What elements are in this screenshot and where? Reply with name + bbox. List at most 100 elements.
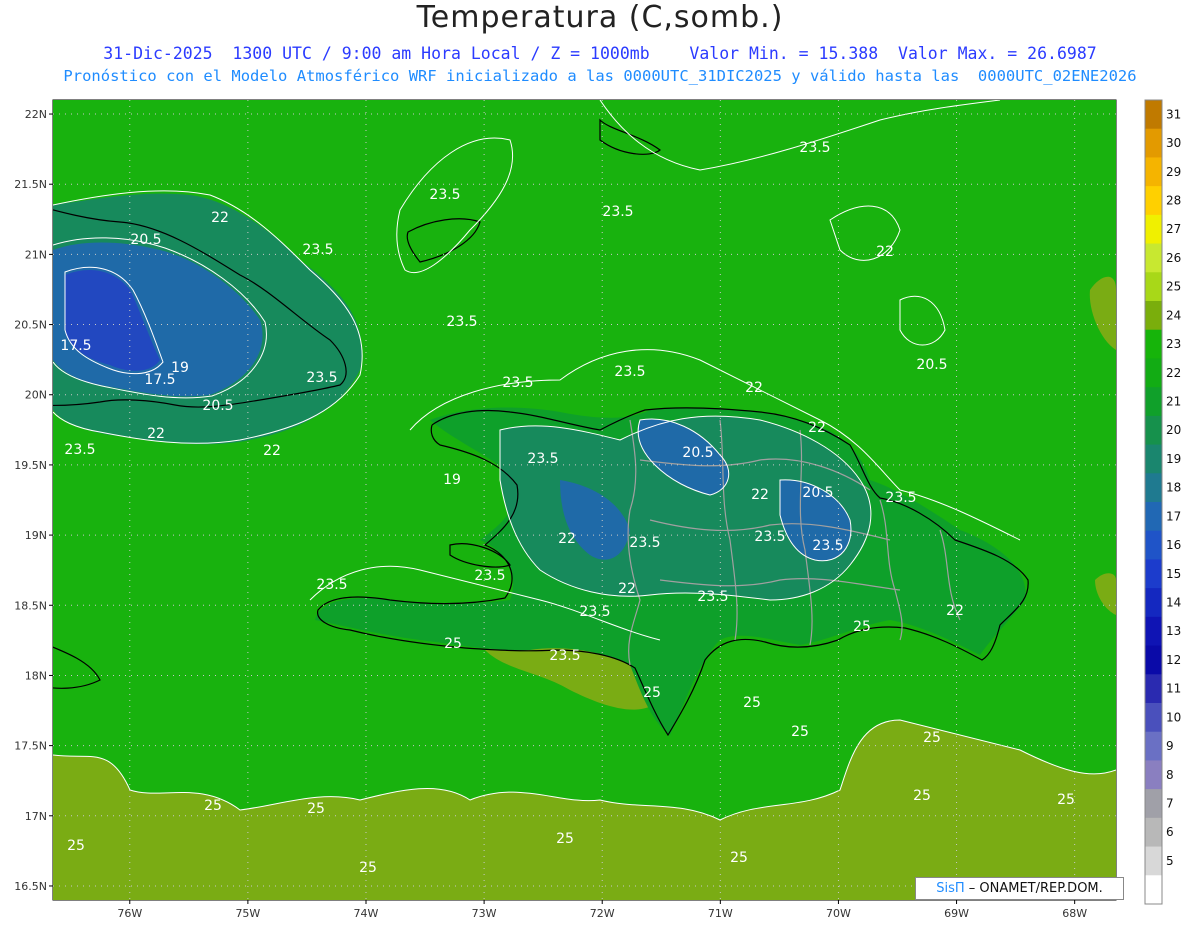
lat-tick-label: 21.5N — [14, 178, 47, 191]
colorbar-level-label: 9 — [1166, 739, 1174, 753]
contour-label: 25 — [1057, 792, 1075, 808]
contour-label: 22 — [745, 380, 763, 396]
colorbar-swatch — [1145, 530, 1162, 560]
lon-tick-label: 71W — [708, 907, 733, 920]
credit-org: – ONAMET/REP.DOM. — [964, 881, 1103, 896]
colorbar-level-label: 22 — [1166, 366, 1181, 380]
contour-label: 25 — [359, 860, 377, 876]
contour-label: 23.5 — [474, 568, 505, 584]
contour-label: 22 — [946, 603, 964, 619]
contour-label: 22 — [618, 581, 636, 597]
colorbar-level-label: 17 — [1166, 509, 1181, 523]
lon-tick-label: 75W — [235, 907, 260, 920]
colorbar-level-label: 16 — [1166, 538, 1181, 552]
colorbar-swatch — [1145, 502, 1162, 532]
lat-tick-label: 17N — [25, 810, 47, 823]
contour-label: 23.5 — [549, 648, 580, 664]
contour-label: 23.5 — [602, 204, 633, 220]
colorbar-swatch — [1145, 128, 1162, 158]
lon-tick-label: 73W — [472, 907, 497, 920]
colorbar-level-label: 28 — [1166, 194, 1181, 208]
latitude-axis: 22N 21.5N 21N 20.5N 20N 19.5N 19N 18.5N 18N 17.5N… — [14, 108, 53, 893]
colorbar-swatch — [1145, 703, 1162, 733]
contour-label: 22 — [147, 426, 165, 442]
contour-label: 20.5 — [202, 398, 233, 414]
contour-label: 25 — [853, 619, 871, 635]
lat-tick-label: 16.5N — [14, 880, 47, 893]
contour-label: 23.5 — [64, 442, 95, 458]
contour-label: 22 — [751, 487, 769, 503]
colorbar-swatch — [1145, 731, 1162, 761]
colorbar-level-label: 20 — [1166, 423, 1181, 437]
contour-label: 20.5 — [802, 485, 833, 501]
lon-tick-label: 69W — [944, 907, 969, 920]
colorbar-swatch — [1145, 329, 1162, 359]
colorbar-level-label: 23 — [1166, 337, 1181, 351]
lon-tick-label: 70W — [826, 907, 851, 920]
contour-label: 23.5 — [799, 140, 830, 156]
colorbar-swatch — [1145, 588, 1162, 618]
lat-tick-label: 19N — [25, 529, 47, 542]
lon-tick-label: 76W — [117, 907, 142, 920]
lat-tick-label: 18N — [25, 669, 47, 682]
contour-label: 23.5 — [502, 375, 533, 391]
colorbar-level-label: 12 — [1166, 653, 1181, 667]
colorbar-swatch — [1145, 846, 1162, 876]
colorbar-swatch — [1145, 473, 1162, 503]
contour-label: 22 — [808, 420, 826, 436]
contour-label: 22 — [876, 244, 894, 260]
contour-label: 25 — [444, 636, 462, 652]
lat-tick-label: 17.5N — [14, 740, 47, 753]
contour-label: 25 — [743, 695, 761, 711]
colorbar-level-label: 21 — [1166, 395, 1181, 409]
colorbar-level-label: 31 — [1166, 107, 1181, 121]
longitude-axis: 76W 75W 74W 73W 72W 71W 70W 69W 68W — [117, 900, 1087, 920]
contour-label: 22 — [263, 443, 281, 459]
colorbar-swatch — [1145, 559, 1162, 589]
contour-label: 25 — [791, 724, 809, 740]
contour-label: 22 — [211, 210, 229, 226]
colorbar-swatch — [1145, 243, 1162, 273]
contour-label: 23.5 — [527, 451, 558, 467]
contour-label: 23.5 — [629, 535, 660, 551]
credit-box: SisΠ – ONAMET/REP.DOM. — [915, 877, 1124, 900]
colorbar-swatch — [1145, 272, 1162, 302]
colorbar-level-label: 26 — [1166, 251, 1181, 265]
contour-label: 23.5 — [754, 529, 785, 545]
contour-label: 23.5 — [697, 589, 728, 605]
lat-tick-label: 18.5N — [14, 599, 47, 612]
colorbar-level-label: 14 — [1166, 596, 1181, 610]
contour-label: 23.5 — [306, 370, 337, 386]
lat-tick-label: 21N — [25, 248, 47, 261]
colorbar-swatch — [1145, 760, 1162, 790]
lon-tick-label: 72W — [590, 907, 615, 920]
colorbar-level-label: 15 — [1166, 567, 1181, 581]
colorbar-level-label: 13 — [1166, 624, 1181, 638]
lat-tick-label: 22N — [25, 108, 47, 121]
colorbar-level-label: 8 — [1166, 768, 1174, 782]
colorbar-level-label: 11 — [1166, 682, 1181, 696]
colorbar-swatch — [1145, 358, 1162, 388]
colorbar-swatch — [1145, 789, 1162, 819]
contour-label: 19 — [443, 472, 461, 488]
temperature-map: 22 20.5 23.5 23.5 23.5 23.5 17.5 19 17.5 20.5 22 23… — [14, 99, 1181, 920]
colorbar-level-label: 5 — [1166, 854, 1174, 868]
contour-label: 25 — [913, 788, 931, 804]
colorbar-swatch — [1145, 100, 1162, 130]
contour-label: 25 — [204, 798, 222, 814]
colorbar-level-label: 19 — [1166, 452, 1181, 466]
colorbar-level-label: 7 — [1166, 797, 1174, 811]
sis-logo: SisΠ — [936, 881, 965, 896]
colorbar-swatch — [1145, 387, 1162, 417]
lat-tick-label: 20.5N — [14, 319, 47, 332]
contour-label: 23.5 — [429, 187, 460, 203]
contour-label: 25 — [643, 685, 661, 701]
colorbar-swatch — [1145, 157, 1162, 187]
colorbar: 31 30 29 28 27 26 25 24 23 22 21 20 19 18 17 16 15 14 13 12… — [1144, 99, 1181, 905]
colorbar-level-label: 6 — [1166, 825, 1174, 839]
colorbar-swatch — [1145, 415, 1162, 446]
lon-tick-label: 68W — [1062, 907, 1087, 920]
contour-label: 20.5 — [682, 445, 713, 461]
colorbar-swatch — [1145, 645, 1162, 675]
contour-label: 17.5 — [144, 372, 175, 388]
